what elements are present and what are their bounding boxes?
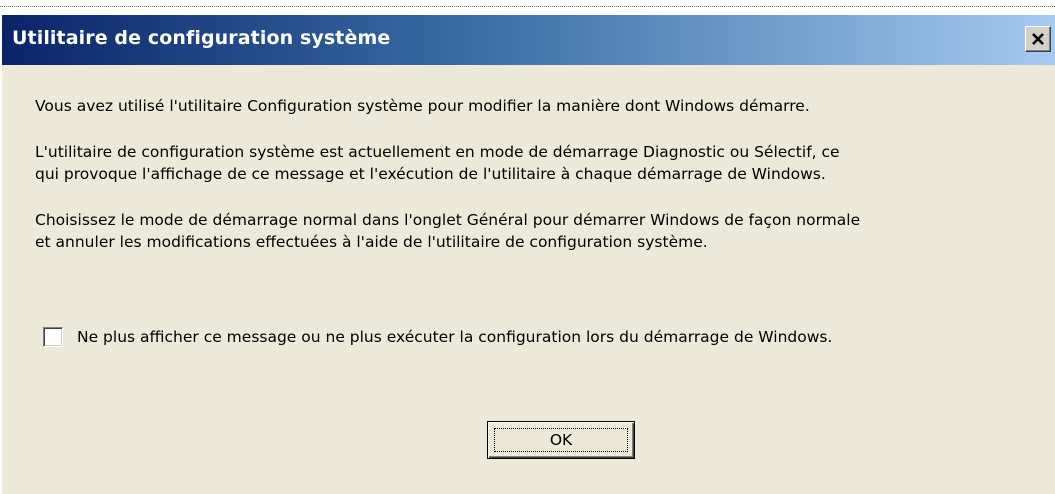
window-title: Utilitaire de configuration système xyxy=(12,27,391,49)
dont-show-again-label[interactable]: Ne plus afficher ce message ou ne plus e… xyxy=(77,326,832,348)
close-button[interactable] xyxy=(1025,26,1051,52)
dialog-window: Utilitaire de configuration système Vous… xyxy=(0,6,1055,494)
message-line-1: Vous avez utilisé l'utilitaire Configura… xyxy=(35,97,810,115)
message-line-2a: L'utilitaire de configuration système es… xyxy=(35,143,840,161)
message-line-3a: Choisissez le mode de démarrage normal d… xyxy=(35,211,861,229)
ok-button[interactable]: OK xyxy=(487,421,635,459)
message-line-2b: qui provoque l'affichage de ce message e… xyxy=(35,165,826,183)
close-icon xyxy=(1032,33,1044,45)
dont-show-again-checkbox[interactable] xyxy=(43,327,63,347)
title-bar[interactable]: Utilitaire de configuration système xyxy=(2,15,1055,65)
message-line-3b: et annuler les modifications effectuées … xyxy=(35,233,708,251)
ok-button-label: OK xyxy=(549,431,573,449)
dialog-body: Vous avez utilisé l'utilitaire Configura… xyxy=(2,65,1055,494)
